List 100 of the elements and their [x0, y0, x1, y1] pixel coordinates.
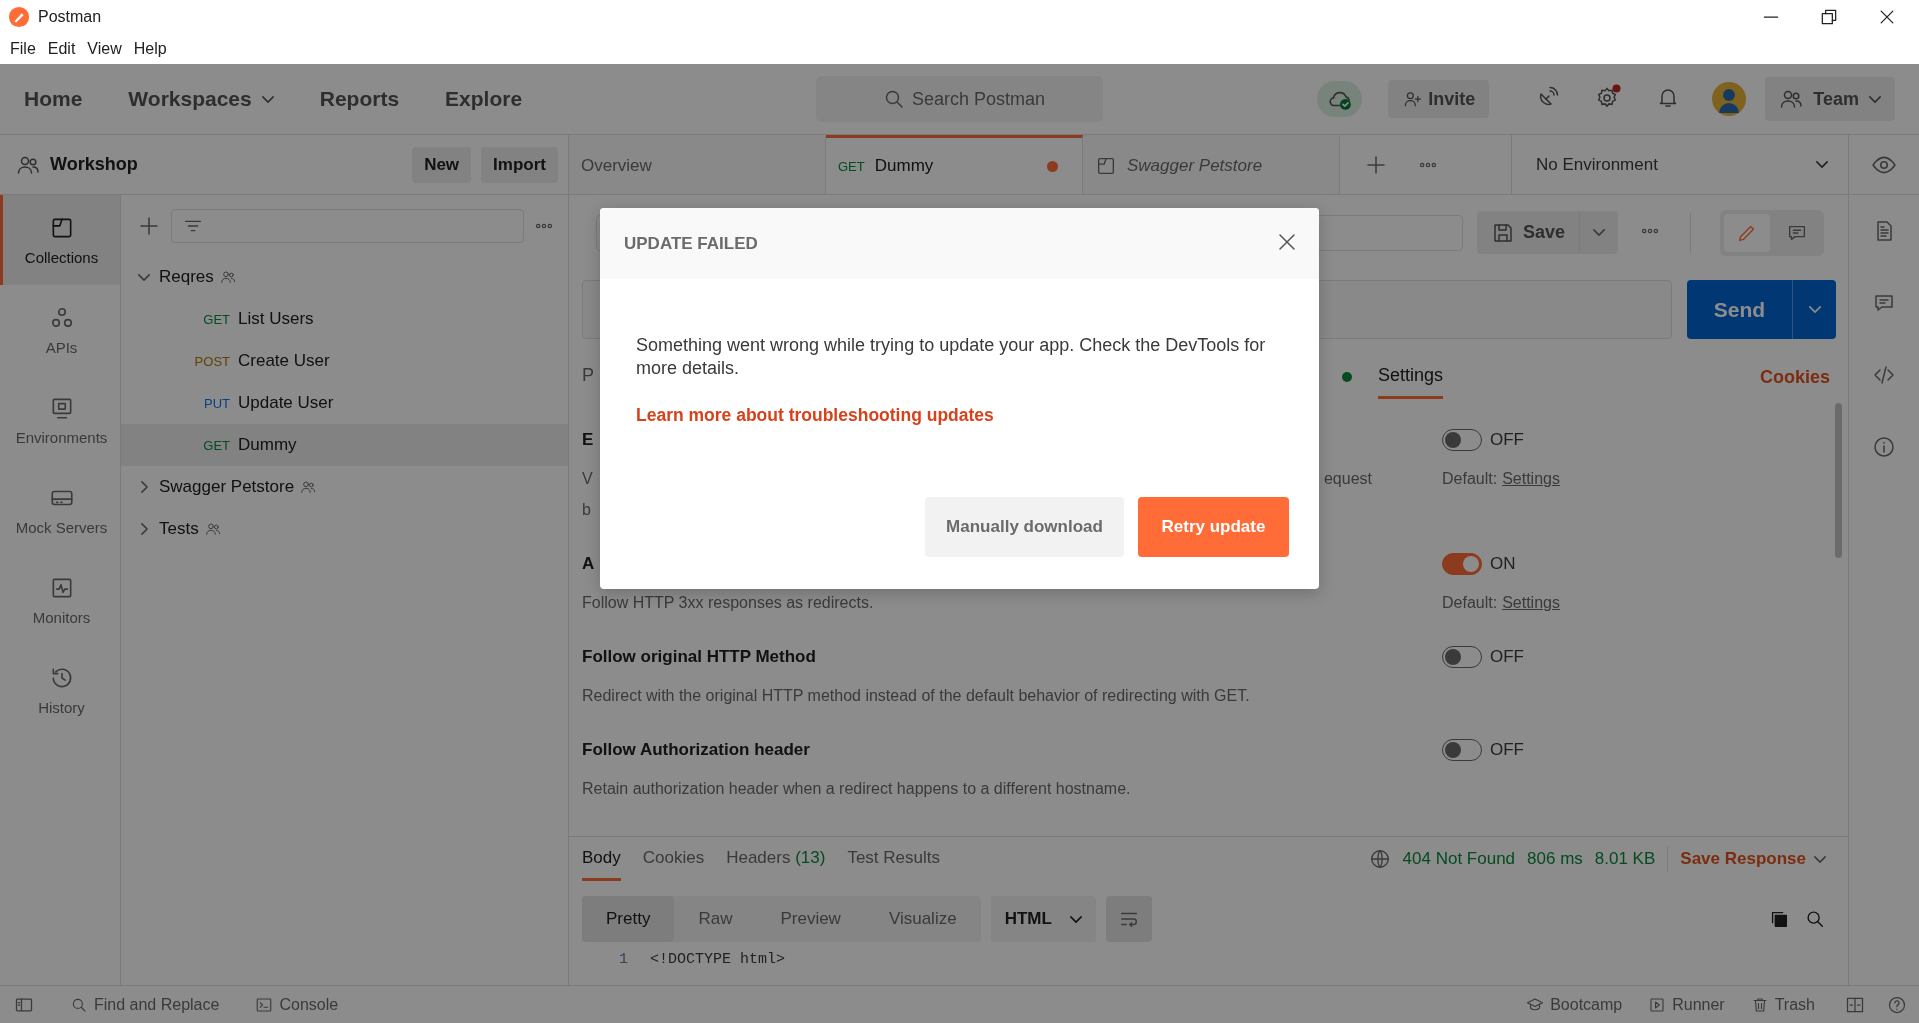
response-tab[interactable]: Headers (13)	[726, 837, 826, 881]
setting-description: Follow HTTP 3xx responses as redirects.	[582, 594, 874, 611]
request-item[interactable]: POST Create User	[121, 340, 568, 382]
status-bar-item[interactable]: Console	[279, 995, 339, 1014]
chevron-down-icon	[138, 273, 150, 281]
invite-button[interactable]: Invite	[1388, 80, 1490, 118]
sidebar-tab[interactable]: History	[0, 645, 120, 735]
sync-status-button[interactable]	[1317, 81, 1363, 117]
header-button[interactable]: Import	[481, 146, 558, 183]
toggle-label: OFF	[1490, 740, 1524, 760]
troubleshooting-link[interactable]: Learn more about troubleshooting updates	[636, 404, 994, 427]
nav-link[interactable]: Workspaces	[128, 87, 274, 111]
format-tab[interactable]: Preview	[756, 896, 865, 942]
info-icon[interactable]	[1872, 435, 1896, 459]
toggle-label: OFF	[1490, 430, 1524, 450]
nav-link[interactable]: Explore	[445, 87, 523, 111]
wrap-lines-button[interactable]	[1105, 896, 1152, 942]
person-plus-icon	[1402, 89, 1423, 109]
search-icon[interactable]	[1804, 908, 1826, 930]
settings-link[interactable]: Settings	[1502, 463, 1560, 494]
request-tab[interactable]: P	[582, 355, 594, 399]
console-icon[interactable]	[255, 995, 274, 1014]
status-dot	[1341, 372, 1352, 382]
retry-button[interactable]: Retry update	[1138, 497, 1289, 557]
request-item[interactable]: PUT Update User	[121, 382, 568, 424]
request-item[interactable]: GET List Users	[121, 298, 568, 340]
setting-description: b	[582, 501, 591, 518]
help-icon[interactable]	[1887, 994, 1907, 1015]
code-line: <!DOCTYPE html>	[650, 950, 786, 970]
request-tab[interactable]: Settings	[1377, 355, 1443, 399]
tree-item[interactable]: Swagger Petstore	[121, 466, 568, 508]
dialog-title: UPDATE FAILED	[624, 233, 758, 254]
environment-select[interactable]: No Environment	[1511, 135, 1848, 194]
tree-item[interactable]: Reqres	[121, 256, 568, 298]
nav-link[interactable]: Home	[24, 87, 83, 111]
chevron-right-icon	[140, 523, 148, 535]
response-tab[interactable]: Test Results	[847, 837, 940, 881]
dialog-message: Something went wrong while trying to update your app. Check the DevTools for more details.	[636, 334, 1267, 380]
setting-title: E	[582, 429, 594, 451]
download-button[interactable]: Manually download	[925, 497, 1124, 557]
globe-icon[interactable]	[1368, 848, 1391, 870]
settings-icon[interactable]	[1595, 84, 1622, 110]
menu-item[interactable]: View	[81, 40, 128, 58]
workspace-name: Workshop	[50, 154, 138, 175]
sidebar-tab[interactable]: Mock Servers	[0, 465, 120, 555]
toggle-label: ON	[1490, 554, 1516, 574]
setting-title: Follow original HTTP Method	[582, 646, 816, 668]
search-field[interactable]: Search Postman	[816, 76, 1103, 122]
response-size: 8.01 KB	[1594, 849, 1656, 869]
caret-icon	[1816, 161, 1828, 168]
response-tab[interactable]: Body	[582, 837, 621, 881]
scrollbar-thumb[interactable]	[1835, 403, 1842, 558]
format-tab[interactable]: Pretty	[582, 896, 675, 942]
people-icon	[204, 521, 221, 537]
settings-link[interactable]: Settings	[1502, 587, 1560, 618]
play-icon[interactable]	[1648, 995, 1667, 1014]
menu-item[interactable]: Edit	[41, 40, 82, 58]
format-tab[interactable]: Raw	[674, 896, 757, 942]
caret-icon	[1814, 855, 1826, 863]
response-time: 806 ms	[1527, 849, 1583, 869]
sidebar-tab[interactable]: Monitors	[0, 555, 120, 645]
avatar-icon[interactable]	[1712, 82, 1747, 116]
setting-description: Redirect with the original HTTP method instead of the default behavior of redirecting with GET.	[582, 687, 1250, 704]
line-number: 1	[619, 950, 628, 970]
nav-link[interactable]: Reports	[319, 87, 400, 111]
status-bar-item[interactable]: Runner	[1672, 995, 1725, 1014]
status-bar-item[interactable]: Bootcamp	[1550, 995, 1623, 1014]
setting-description: equest	[1323, 469, 1372, 489]
menu-item[interactable]: File	[4, 40, 42, 58]
status-bar-item[interactable]: Find and Replace	[94, 995, 220, 1014]
setting-description: Retain authorization header when a redirect happens to a different hostname.	[582, 780, 1131, 797]
edit-mode-button[interactable]	[1724, 213, 1770, 252]
sidebar-tab[interactable]: Environments	[0, 375, 120, 465]
logo-icon	[8, 6, 30, 28]
status-bar-item[interactable]: Trash	[1774, 995, 1815, 1014]
cookies-link[interactable]: Cookies	[1759, 355, 1830, 399]
filter-field[interactable]	[171, 208, 524, 243]
save-button[interactable]: Save	[1476, 211, 1579, 254]
tree-item[interactable]: Tests	[121, 508, 568, 550]
sidebar-tab[interactable]: Collections	[0, 195, 120, 285]
menu-item[interactable]: Help	[127, 40, 173, 58]
collection-icon	[1095, 155, 1117, 177]
format-tab[interactable]: Visualize	[864, 896, 981, 942]
window-title: Postman	[38, 8, 102, 26]
toggle-label: OFF	[1490, 647, 1524, 667]
editor-tab[interactable]: GET Dummy	[826, 135, 1083, 194]
save-response-button[interactable]: Save Response	[1680, 849, 1826, 869]
trash-icon[interactable]	[1750, 995, 1769, 1014]
restore-icon[interactable]	[1819, 7, 1839, 27]
language-select[interactable]: HTML	[990, 896, 1096, 942]
request-item[interactable]: GET Dummy	[121, 424, 568, 466]
response-tab[interactable]: Cookies	[642, 837, 705, 881]
header-button[interactable]: New	[412, 146, 472, 183]
caret-icon	[1069, 915, 1082, 923]
code-icon[interactable]	[1872, 363, 1896, 387]
status-code: 404 Not Found	[1402, 849, 1516, 869]
toggle-switch[interactable]	[1442, 553, 1482, 575]
chevron-right-icon	[140, 481, 148, 493]
sidebar-tab[interactable]: APIs	[0, 285, 120, 375]
team-button[interactable]: Team	[1765, 77, 1895, 121]
